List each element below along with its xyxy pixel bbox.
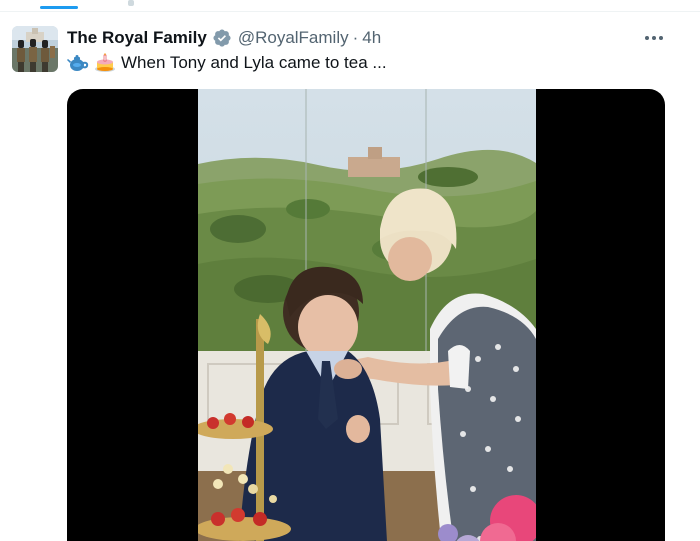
video-player[interactable] bbox=[198, 89, 536, 541]
tweet-body-text: When Tony and Lyla came to tea ... bbox=[121, 53, 387, 72]
avatar-guardsmen-image bbox=[12, 26, 58, 72]
video-still-image bbox=[198, 89, 536, 541]
tweet-timestamp[interactable]: 4h bbox=[362, 28, 381, 48]
divider-mark bbox=[128, 0, 134, 6]
cake-emoji-icon bbox=[94, 53, 116, 73]
teapot-emoji-icon bbox=[67, 53, 89, 73]
more-dot bbox=[645, 36, 649, 40]
previous-tweet-edge bbox=[0, 0, 700, 12]
separator-dot: · bbox=[352, 28, 359, 47]
author-display-name[interactable]: The Royal Family bbox=[67, 28, 207, 48]
verified-badge-icon[interactable] bbox=[212, 28, 232, 48]
media-container[interactable] bbox=[67, 89, 665, 541]
tweet-header: The Royal Family @RoyalFamily · 4h bbox=[67, 26, 381, 50]
tab-indicator bbox=[40, 6, 78, 9]
author-handle[interactable]: @RoyalFamily bbox=[238, 28, 349, 48]
tweet-card[interactable]: The Royal Family @RoyalFamily · 4h When … bbox=[0, 14, 700, 541]
tweet-text: When Tony and Lyla came to tea ... bbox=[67, 51, 387, 75]
more-dot bbox=[652, 36, 656, 40]
more-options-icon[interactable] bbox=[642, 26, 666, 50]
avatar[interactable] bbox=[12, 26, 58, 72]
more-dot bbox=[659, 36, 663, 40]
